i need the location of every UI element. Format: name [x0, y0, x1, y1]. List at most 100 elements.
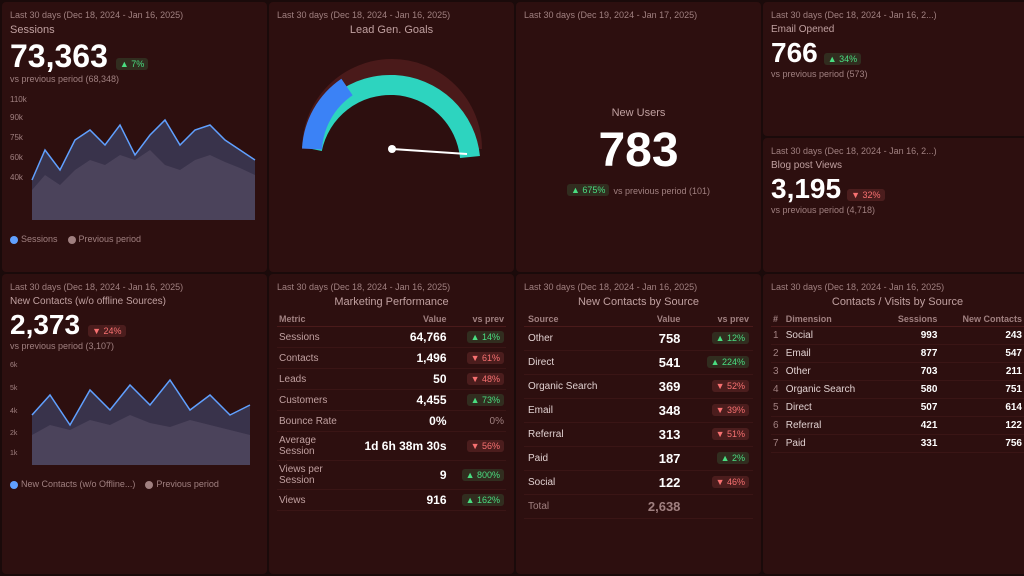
table-row-total: Total 2,638 — [524, 495, 753, 519]
ncs-total-empty — [684, 495, 753, 519]
sessions-title: Sessions — [10, 24, 259, 36]
mp-metric: Bounce Rate — [277, 411, 342, 432]
mp-value: 1d 6h 38m 30s — [342, 432, 449, 461]
svg-text:5k: 5k — [10, 385, 18, 392]
newusers-period: Last 30 days (Dec 19, 2024 - Jan 17, 202… — [524, 10, 753, 20]
mp-change: ▲ 162% — [449, 490, 506, 511]
blog-period: Last 30 days (Dec 18, 2024 - Jan 16, 2..… — [771, 146, 1024, 156]
cv-num: 7 — [771, 435, 784, 453]
newusers-center: New Users 783 ▲ 675% vs previous period … — [524, 24, 753, 272]
contacts-source-period: Last 30 days (Dec 18, 2024 - Jan 16, 202… — [524, 282, 753, 292]
leadgen-period: Last 30 days (Dec 18, 2024 - Jan 16, 202… — [277, 10, 506, 20]
cv-header-sessions: Sessions — [882, 312, 940, 327]
cv-contacts: 211 — [939, 363, 1024, 381]
marketing-title: Marketing Performance — [277, 296, 506, 308]
new-contacts-title: New Contacts (w/o offline Sources) — [10, 296, 259, 307]
cv-contacts: 122 — [939, 417, 1024, 435]
visits-card: Last 30 days (Dec 18, 2024 - Jan 16, 202… — [763, 274, 1024, 574]
sessions-value: 73,363 — [10, 40, 108, 72]
newusers-title: New Users — [612, 107, 666, 119]
sessions-period: Last 30 days (Dec 18, 2024 - Jan 16, 202… — [10, 10, 259, 20]
ncs-total-label: Total — [524, 495, 629, 519]
mp-change: ▼ 48% — [449, 369, 506, 390]
cv-num: 2 — [771, 345, 784, 363]
new-contacts-value: 2,373 — [10, 311, 80, 339]
svg-text:2k: 2k — [10, 430, 18, 437]
table-row: Views 916 ▲ 162% — [277, 490, 506, 511]
email-card: Last 30 days (Dec 18, 2024 - Jan 16, 2..… — [763, 2, 1024, 136]
blog-value: 3,195 — [771, 175, 841, 203]
leadgen-card: Last 30 days (Dec 18, 2024 - Jan 16, 202… — [269, 2, 514, 272]
mp-header-metric: Metric — [277, 312, 342, 327]
cv-num: 3 — [771, 363, 784, 381]
new-contacts-period: Last 30 days (Dec 18, 2024 - Jan 16, 202… — [10, 282, 259, 292]
blog-vs-prev: vs previous period (4,718) — [771, 205, 1024, 215]
sessions-legend: Sessions Previous period — [10, 234, 259, 244]
mp-value: 4,455 — [342, 390, 449, 411]
cv-dim: Social — [784, 327, 882, 345]
table-row: 3 Other 703 211 — [771, 363, 1024, 381]
new-contacts-change: ▼ 24% — [88, 325, 125, 337]
ncs-value: 758 — [629, 327, 684, 351]
svg-text:1k: 1k — [10, 450, 18, 457]
ncs-value: 187 — [629, 447, 684, 471]
ncs-change: ▲ 2% — [684, 447, 753, 471]
email-title: Email Opened — [771, 24, 1024, 35]
contacts-source-table: Source Value vs prev Other 758 ▲ 12% Dir… — [524, 312, 753, 519]
mp-metric: Average Session — [277, 432, 342, 461]
svg-text:4k: 4k — [10, 408, 18, 415]
mp-value: 1,496 — [342, 348, 449, 369]
table-row: Paid 187 ▲ 2% — [524, 447, 753, 471]
mp-change: ▲ 14% — [449, 327, 506, 348]
table-row: Sessions 64,766 ▲ 14% — [277, 327, 506, 348]
ncs-source: Social — [524, 471, 629, 495]
table-row: Average Session 1d 6h 38m 30s ▼ 56% — [277, 432, 506, 461]
svg-text:40k: 40k — [10, 173, 24, 182]
visits-period: Last 30 days (Dec 18, 2024 - Jan 16, 202… — [771, 282, 1024, 292]
sessions-chart: 110k 90k 75k 60k 40k — [10, 90, 259, 230]
cv-num: 6 — [771, 417, 784, 435]
ncs-header-value: Value — [629, 312, 684, 327]
table-row: Organic Search 369 ▼ 52% — [524, 375, 753, 399]
cv-sessions: 703 — [882, 363, 940, 381]
ncs-source: Referral — [524, 423, 629, 447]
marketing-table: Metric Value vs prev Sessions 64,766 ▲ 1… — [277, 312, 506, 511]
mp-header-value: Value — [342, 312, 449, 327]
cv-dim: Organic Search — [784, 381, 882, 399]
table-row: 6 Referral 421 122 — [771, 417, 1024, 435]
marketing-period: Last 30 days (Dec 18, 2024 - Jan 16, 202… — [277, 282, 506, 292]
email-vs-prev: vs previous period (573) — [771, 69, 1024, 79]
ncs-total-value: 2,638 — [629, 495, 684, 519]
cv-sessions: 877 — [882, 345, 940, 363]
mp-change: 0% — [449, 411, 506, 432]
leadgen-title: Lead Gen. Goals — [277, 24, 506, 36]
new-contacts-card: Last 30 days (Dec 18, 2024 - Jan 16, 202… — [2, 274, 267, 574]
ncs-value: 122 — [629, 471, 684, 495]
ncs-value: 313 — [629, 423, 684, 447]
newusers-card: Last 30 days (Dec 19, 2024 - Jan 17, 202… — [516, 2, 761, 272]
cv-dim: Other — [784, 363, 882, 381]
email-period: Last 30 days (Dec 18, 2024 - Jan 16, 2..… — [771, 10, 1024, 20]
table-row: Contacts 1,496 ▼ 61% — [277, 348, 506, 369]
cv-dim: Referral — [784, 417, 882, 435]
mp-value: 64,766 — [342, 327, 449, 348]
visits-title: Contacts / Visits by Source — [771, 296, 1024, 308]
new-contacts-chart: 6k 5k 4k 2k 1k — [10, 355, 259, 475]
mp-metric: Views — [277, 490, 342, 511]
table-row: Leads 50 ▼ 48% — [277, 369, 506, 390]
cv-contacts: 756 — [939, 435, 1024, 453]
ncs-change: ▼ 51% — [684, 423, 753, 447]
cv-sessions: 421 — [882, 417, 940, 435]
cv-contacts: 751 — [939, 381, 1024, 399]
cv-sessions: 580 — [882, 381, 940, 399]
mp-value: 0% — [342, 411, 449, 432]
mp-value: 50 — [342, 369, 449, 390]
mp-header-vs: vs prev — [449, 312, 506, 327]
blog-change: ▼ 32% — [847, 189, 884, 201]
cv-contacts: 243 — [939, 327, 1024, 345]
table-row: 4 Organic Search 580 751 — [771, 381, 1024, 399]
table-row: 7 Paid 331 756 — [771, 435, 1024, 453]
sessions-change: ▲ 7% — [116, 58, 148, 70]
ncs-value: 348 — [629, 399, 684, 423]
cv-dim: Paid — [784, 435, 882, 453]
